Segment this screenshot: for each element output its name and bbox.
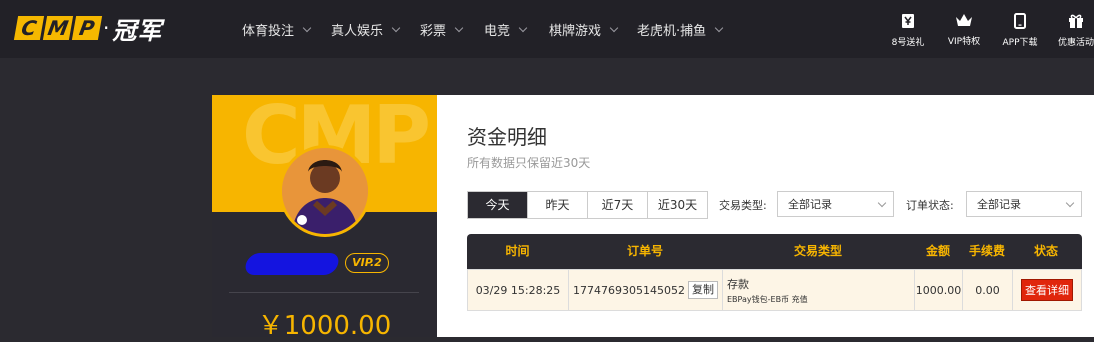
order-status-label: 订单状态:	[906, 199, 954, 212]
page-subtitle: 所有数据只保留近30天	[467, 156, 591, 170]
logo-dot: ·	[103, 16, 110, 40]
order-status-value: 全部记录	[977, 198, 1021, 211]
top-header: C M P · 冠军 体育投注 真人娱乐 彩票 电竞 棋牌游戏 老虎机·捕鱼 8…	[0, 0, 1094, 58]
logo[interactable]: C M P · 冠军	[13, 14, 162, 45]
transaction-type-label: 交易类型:	[719, 199, 767, 212]
cell-amount: 1000.00	[915, 270, 963, 310]
chevron-down-icon	[302, 23, 312, 32]
nav-item-live-casino[interactable]: 真人娱乐	[331, 20, 420, 39]
order-number: 1774769305145052	[573, 283, 685, 297]
profile-divider	[229, 292, 419, 293]
order-status-select[interactable]: 全部记录	[966, 191, 1082, 217]
action-label: 8号送礼	[891, 37, 925, 48]
profile-panel: CMP	[212, 95, 437, 337]
app-download-button[interactable]: APP下载	[992, 0, 1048, 58]
logo-letter: C	[13, 16, 45, 40]
nav-item-sports[interactable]: 体育投注	[242, 20, 331, 39]
chevron-down-icon	[714, 23, 724, 32]
promotions-button[interactable]: 优惠活动	[1048, 0, 1094, 58]
logo-letter: P	[71, 16, 103, 40]
table-row: 03/29 15:28:25 1774769305145052 复制 存款 EB…	[467, 269, 1082, 311]
chevron-down-icon	[454, 23, 464, 32]
chevron-down-icon	[1065, 198, 1075, 208]
transaction-type-value: 全部记录	[788, 198, 832, 211]
avatar[interactable]	[279, 145, 371, 237]
column-header-type: 交易类型	[793, 244, 842, 258]
account-balance: ￥1000.00	[257, 311, 392, 341]
gift-box-icon	[902, 13, 914, 28]
nav-item-card-games[interactable]: 棋牌游戏	[549, 20, 637, 39]
column-header-amount: 金额	[925, 244, 950, 258]
logo-cmp: C M P	[13, 16, 103, 40]
table-header: 时间 订单号 交易类型 金额 手续费 状态	[467, 234, 1082, 269]
gift-day-button[interactable]: 8号送礼	[880, 0, 936, 58]
main-nav: 体育投注 真人娱乐 彩票 电竞 棋牌游戏 老虎机·捕鱼	[242, 0, 737, 58]
transaction-type-select[interactable]: 全部记录	[777, 191, 894, 217]
tab-yesterday[interactable]: 昨天	[527, 192, 587, 218]
action-label: 优惠活动	[1057, 37, 1094, 48]
chevron-down-icon	[391, 23, 401, 32]
phone-icon	[1014, 12, 1026, 29]
tab-today[interactable]: 今天	[468, 192, 527, 218]
cell-status: 查看详细	[1013, 270, 1081, 310]
action-label: APP下载	[1002, 37, 1038, 48]
nav-label: 彩票	[420, 23, 447, 39]
chevron-down-icon	[518, 23, 528, 32]
nav-label: 电竞	[484, 23, 511, 39]
vip-level-badge: VIP.2	[345, 253, 389, 273]
username-redacted	[243, 253, 341, 275]
avatar-image	[282, 148, 368, 234]
cell-time: 03/29 15:28:25	[468, 270, 569, 310]
vip-privilege-button[interactable]: VIP特权	[936, 0, 992, 58]
nav-item-lottery[interactable]: 彩票	[420, 20, 484, 39]
nav-label: 体育投注	[242, 23, 295, 39]
cell-fee: 0.00	[963, 270, 1013, 310]
logo-text: 冠军	[112, 16, 163, 45]
transaction-type-detail: EBPay钱包-EB币 充值	[727, 294, 808, 304]
column-header-fee: 手续费	[968, 244, 1005, 258]
nav-item-esports[interactable]: 电竞	[484, 20, 549, 39]
tab-last-30-days[interactable]: 近30天	[647, 192, 707, 218]
action-label: VIP特权	[947, 37, 981, 47]
column-header-status: 状态	[1033, 244, 1058, 258]
chevron-down-icon	[609, 23, 619, 32]
crown-icon	[956, 14, 972, 26]
nav-item-slots-fishing[interactable]: 老虎机·捕鱼	[637, 20, 737, 39]
copy-button[interactable]: 复制	[687, 281, 718, 299]
cell-order-no: 1774769305145052 复制	[569, 270, 723, 310]
logo-letter: M	[42, 16, 74, 40]
column-header-time: 时间	[505, 244, 530, 258]
nav-label: 老虎机·捕鱼	[637, 23, 707, 39]
chevron-down-icon	[877, 198, 887, 208]
tab-last-7-days[interactable]: 近7天	[587, 192, 647, 218]
nav-label: 棋牌游戏	[549, 23, 602, 39]
transaction-type: 存款	[727, 277, 749, 291]
cell-type: 存款 EBPay钱包-EB币 充值	[723, 270, 915, 310]
date-range-tabs: 今天 昨天 近7天 近30天	[467, 191, 708, 219]
view-details-button[interactable]: 查看详细	[1021, 279, 1073, 301]
page-title: 资金明细	[467, 125, 547, 149]
nav-label: 真人娱乐	[331, 23, 384, 39]
present-icon	[1069, 14, 1083, 28]
column-header-order-no: 订单号	[626, 244, 663, 258]
header-actions: 8号送礼 VIP特权 APP下载 优惠活动	[880, 0, 1094, 58]
